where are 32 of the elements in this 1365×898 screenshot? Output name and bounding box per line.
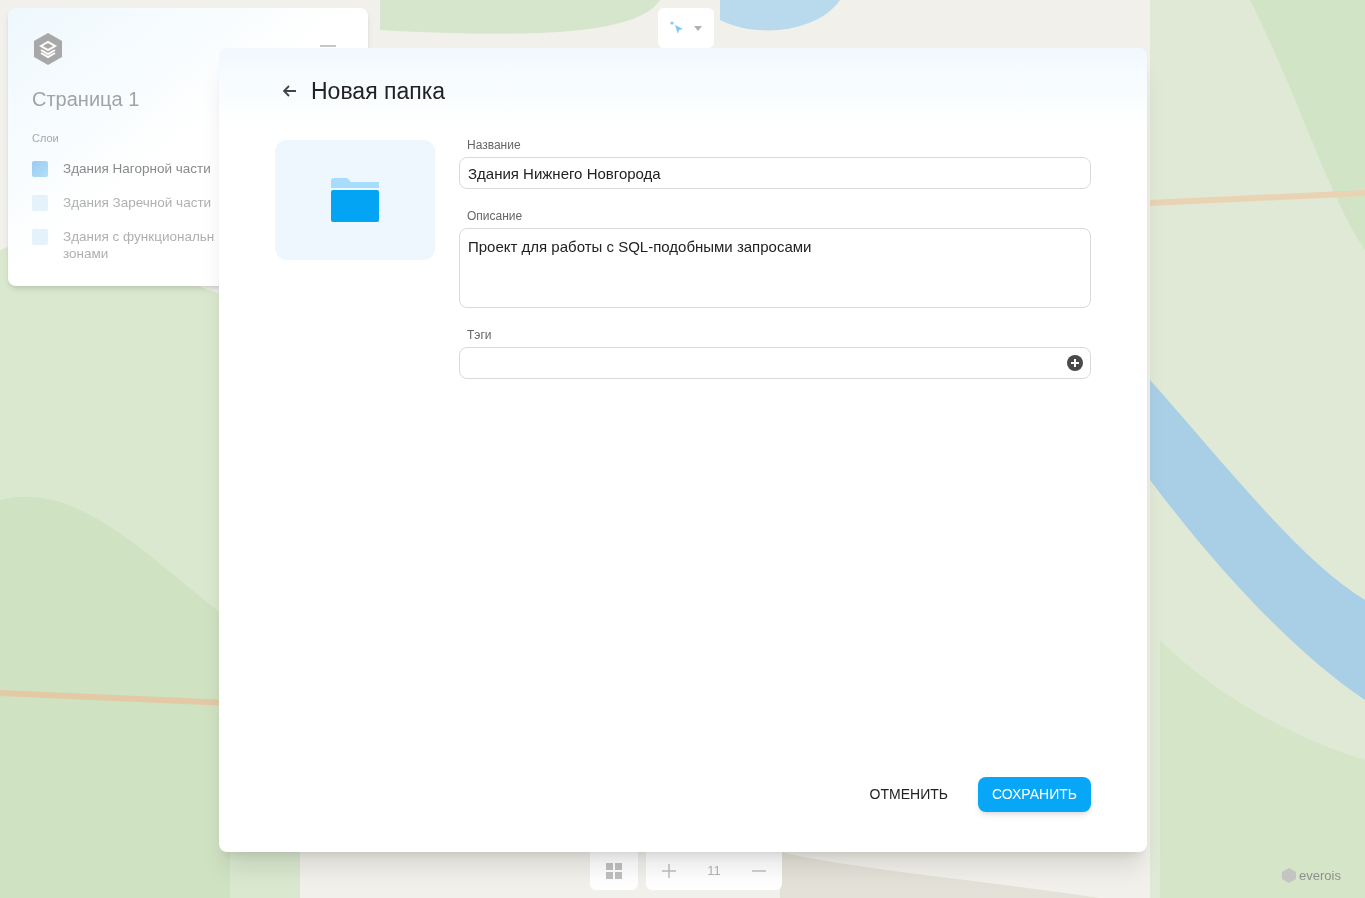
cursor-icon <box>670 21 684 35</box>
brand-logo-icon <box>1282 868 1296 884</box>
minus-icon <box>752 870 767 872</box>
layer-name[interactable]: Здания Нагорной части <box>63 159 211 177</box>
tags-field[interactable] <box>459 347 1091 379</box>
field-label: Описание <box>466 208 524 225</box>
layer-checkbox[interactable] <box>32 194 48 211</box>
add-icon[interactable] <box>1067 355 1083 371</box>
dialog-title: Новая папка <box>311 76 446 106</box>
cancel-button[interactable]: ОТМЕНИТЬ <box>863 777 954 812</box>
layer-name[interactable]: Здания с функциональн зонами <box>63 227 215 262</box>
field-label: Название <box>466 137 522 154</box>
page-title: Страница 1 <box>32 87 140 112</box>
name-field[interactable]: Здания Нижнего Новгорода <box>459 157 1091 189</box>
save-button[interactable]: СОХРАНИТЬ <box>977 777 1091 812</box>
section-label: Слои <box>32 131 59 146</box>
select-tool-button[interactable] <box>658 8 714 48</box>
logo-icon <box>32 32 64 66</box>
layer-checkbox[interactable] <box>32 160 48 177</box>
back-icon[interactable] <box>283 85 297 97</box>
layer-name[interactable]: Здания Заречной части <box>63 193 212 211</box>
zoom-level: 11 <box>707 862 721 881</box>
field-label: Тэги <box>466 327 493 344</box>
zoom-in-button[interactable] <box>661 864 676 878</box>
grid-button[interactable] <box>590 852 638 890</box>
folder-icon <box>331 178 379 222</box>
plus-icon <box>661 864 676 878</box>
grid-icon <box>606 863 622 879</box>
caret-icon <box>694 25 702 31</box>
brand-name: everois <box>1299 867 1341 885</box>
layer-checkbox[interactable] <box>32 228 48 245</box>
description-field[interactable]: Проект для работы с SQL-подобными запросами <box>459 228 1091 308</box>
